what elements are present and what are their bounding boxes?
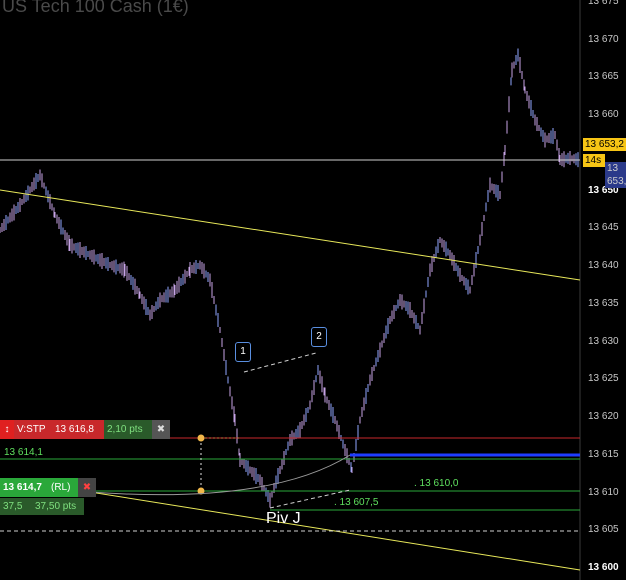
- annotation-connector: [243, 352, 317, 373]
- price-axis-label: 13 615: [588, 448, 619, 460]
- instrument-title: US Tech 100 Cash (1€): [2, 0, 189, 16]
- price-axis-label: 13 620: [588, 411, 619, 423]
- drag-handle-top[interactable]: [197, 434, 205, 442]
- limit-order-close-button[interactable]: ✖: [78, 478, 96, 497]
- annotation-point-1[interactable]: 1: [235, 342, 251, 362]
- price-axis-label: 13 635: [588, 297, 619, 309]
- stop-order-distance: 2,10 pts: [104, 420, 152, 439]
- level-2-label: . 13 607,5: [334, 497, 379, 508]
- stop-order-price: 13 616,8: [52, 420, 104, 439]
- limit-order-price: 13 614,7: [0, 478, 48, 497]
- limit-order-pts: 37,50 pts: [32, 498, 84, 515]
- limit-order-details: 37,5 37,50 pts: [0, 498, 84, 515]
- green-level-label: 13 614,1: [4, 447, 43, 458]
- limit-order-bar[interactable]: 13 614,7 (RL) ✖: [0, 478, 96, 497]
- price-axis-label: 13 630: [588, 335, 619, 347]
- price-axis-label: 13 625: [588, 373, 619, 385]
- price-axis-label: 13 605: [588, 524, 619, 536]
- secondary-price-tag: 13 653,2: [605, 162, 626, 188]
- price-axis-label: 13 640: [588, 260, 619, 272]
- stop-order-close-button[interactable]: ✖: [152, 420, 170, 439]
- limit-order-tag: (RL): [48, 478, 78, 497]
- stop-order-bar[interactable]: ↕ V:STP 13 616,8 2,10 pts ✖: [0, 420, 170, 439]
- level-1-label: . 13 610,0: [414, 478, 459, 489]
- stop-order-type: V:STP: [14, 420, 52, 439]
- pivot-curve: [89, 454, 351, 496]
- current-price-tag: 13 653,2: [583, 138, 626, 151]
- limit-order-size: 37,5: [0, 498, 32, 515]
- stop-order-drag-icon[interactable]: ↕: [0, 420, 14, 439]
- trendline-upper[interactable]: [0, 189, 581, 281]
- pivot-label[interactable]: Piv J: [266, 510, 301, 528]
- annotation-point-2[interactable]: 2: [311, 327, 327, 347]
- price-axis-label: 13 665: [588, 71, 619, 83]
- price-axis-label: 13 675: [588, 0, 619, 7]
- price-axis-label: 13 600: [588, 562, 619, 573]
- price-axis-label: 13 610: [588, 486, 619, 498]
- price-axis-label: 13 670: [588, 33, 619, 45]
- price-axis-label: 13 660: [588, 109, 619, 121]
- price-axis-label: 13 645: [588, 222, 619, 234]
- countdown-tag: 14s: [583, 154, 605, 167]
